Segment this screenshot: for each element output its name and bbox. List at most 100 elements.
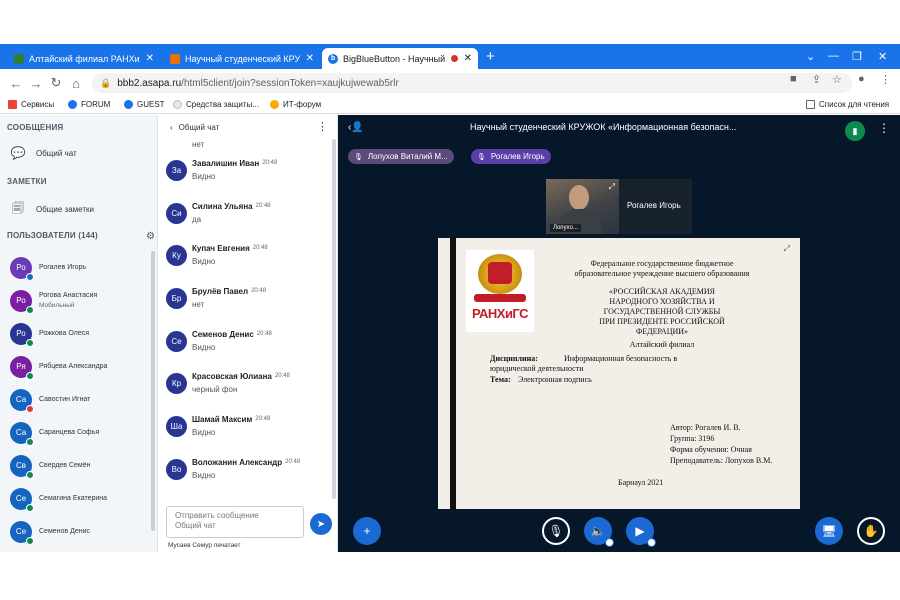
actions-button[interactable]: + <box>353 517 381 545</box>
message-text: Видно <box>192 257 216 267</box>
user-list-item[interactable]: Се Семагина Екатерина <box>0 482 157 515</box>
forward-icon[interactable]: → <box>26 76 46 91</box>
chat-message: Си Силина Ульяна 20:48 да <box>158 198 337 241</box>
new-tab-icon[interactable]: + <box>486 49 495 64</box>
browser-tab-bbb[interactable]: b BigBlueButton - Научный ст ✕ <box>322 48 478 69</box>
audio-options-badge[interactable] <box>605 538 614 547</box>
user-list-item[interactable]: Са Саранцева Софья <box>0 416 157 449</box>
avatar-initials: За <box>171 166 182 175</box>
status-badge <box>26 503 34 512</box>
webcam-tile-1[interactable]: ⤢ Лопухо... <box>546 179 619 234</box>
home-icon[interactable]: ⌂ <box>66 76 86 91</box>
ranepa-favicon-icon <box>14 53 24 64</box>
chat-message: Во Воложанин Александр 20:48 Видно <box>158 454 337 497</box>
message-author: Завалишин Иван 20:48 <box>192 159 277 168</box>
talker-name: Рогалев Игорь <box>490 152 545 161</box>
address-bar[interactable]: 🔒 bbb2.asapa.ru /html5client/join?sessio… <box>92 73 852 93</box>
message-author: Воложанин Александр 20:48 <box>192 458 300 467</box>
connection-status-button[interactable]: ▮ <box>845 121 865 141</box>
fullscreen-icon[interactable]: ⤢ <box>784 244 790 254</box>
user-list-item[interactable]: Св Свердев Семён <box>0 449 157 482</box>
chat-message-input[interactable]: Отправить сообщение Общий чат <box>166 506 304 538</box>
academy-name-line: ФЕДЕРАЦИИ» <box>635 327 689 336</box>
notes-section-title: ЗАМЕТКИ <box>7 177 47 186</box>
audio-button[interactable]: 🔈 <box>584 517 614 547</box>
shared-notes-link[interactable]: 🗐 Общие заметки <box>8 199 94 220</box>
share-icon[interactable]: ⇪ <box>812 73 821 86</box>
minimize-icon[interactable]: — <box>828 50 839 62</box>
user-list-scrollbar[interactable] <box>151 251 155 531</box>
user-name: Рогова Анастасия <box>39 291 98 299</box>
ranepa-logo: РАНХиГС <box>466 250 534 332</box>
expand-icon[interactable]: ⤢ <box>609 182 615 192</box>
close-window-icon[interactable]: ✕ <box>878 50 887 63</box>
chat-panel: ‹ Общий чат ⋮ нет За Завалишин Иван 20:48 В… <box>158 115 338 552</box>
restore-icon[interactable]: ❐ <box>852 50 862 63</box>
avatar-initials: Се <box>171 336 182 346</box>
send-button[interactable]: ➤ <box>310 513 332 535</box>
reading-list[interactable]: Список для чтения <box>806 100 889 109</box>
user-list-item[interactable]: Ро Рогалев Игорь <box>0 251 157 284</box>
slide-header-line: образовательное учреждение высшего образ… <box>574 269 750 278</box>
camera-options-badge[interactable] <box>647 538 656 547</box>
user-list-item[interactable]: Ро Рожкова Олеся <box>0 317 157 350</box>
user-name: Саранцева Софья <box>39 428 100 436</box>
kebab-menu-icon[interactable]: ⋮ <box>317 120 328 133</box>
group-line: Группа: 3196 <box>670 434 715 443</box>
bookmark-services[interactable]: Сервисы <box>8 100 54 109</box>
avatar: Ро <box>10 256 34 281</box>
browser-tab-club[interactable]: Научный студенческий КРУЖОК ✕ <box>164 48 320 69</box>
reload-icon[interactable]: ↻ <box>46 75 66 91</box>
user-list-item[interactable]: Ря Рябцева Александра <box>0 350 157 383</box>
theme-value: Электронная подпись <box>518 375 592 384</box>
notes-icon: 🗐 <box>12 201 24 215</box>
avatar: Се <box>10 487 34 512</box>
kebab-menu-icon[interactable]: ⋮ <box>880 73 891 86</box>
message-author: Купач Евгения 20:48 <box>192 244 268 253</box>
chevron-down-icon[interactable]: ⌄ <box>806 50 815 63</box>
camera-button[interactable]: ▶ <box>626 517 656 547</box>
screen-share-button[interactable]: 🖥 <box>815 517 843 545</box>
user-list-item[interactable]: Са Савостин Игнат <box>0 383 157 416</box>
bbb-app: СООБЩЕНИЯ 💬 Общий чат ЗАМЕТКИ 🗐 Общие за… <box>0 115 900 552</box>
user-name: Рогалев Игорь <box>39 263 87 271</box>
bookmark-guest[interactable]: GUEST <box>124 100 165 109</box>
public-chat-link[interactable]: 💬 Общий чат <box>8 146 77 160</box>
chat-scrollbar[interactable] <box>332 139 336 499</box>
user-list-item[interactable]: Ро Рогова Анастасия Мобильный <box>0 284 157 317</box>
close-icon[interactable]: ✕ <box>306 53 314 64</box>
globe-icon <box>173 100 182 109</box>
message-time: 20:48 <box>252 245 268 252</box>
bookmark-forum[interactable]: FORUM <box>68 100 110 109</box>
user-list-item[interactable]: Се Семенов Денис <box>0 515 157 548</box>
kebab-menu-icon[interactable]: ⋮ <box>878 121 890 135</box>
profile-icon[interactable]: ● <box>858 73 865 85</box>
back-icon[interactable]: ← <box>6 76 26 91</box>
gear-icon[interactable]: ⚙ <box>146 231 155 242</box>
avatar: Се <box>166 330 187 352</box>
bookmark-it-forum[interactable]: ИТ-форум <box>270 100 321 109</box>
bookmark-security[interactable]: Средства защиты... <box>173 100 259 109</box>
user-list-toggle-icon[interactable]: ‹👤 <box>348 122 364 133</box>
lock-icon: 🔒 <box>100 77 112 88</box>
close-icon[interactable]: ✕ <box>146 53 154 64</box>
chevron-left-icon[interactable]: ‹ <box>170 123 173 132</box>
webcam-tile-2[interactable]: Рогалев Игорь <box>619 179 692 234</box>
camera-indicator-icon[interactable]: ■ <box>790 73 797 85</box>
avatar: Си <box>166 202 187 224</box>
author-name: Завалишин Иван <box>192 159 260 168</box>
status-badge <box>26 437 34 446</box>
raise-hand-button[interactable]: ✋ <box>857 517 885 545</box>
browser-tab-ranepa[interactable]: Алтайский филиал РАНХиГС ✕ <box>8 48 160 69</box>
close-icon[interactable]: ✕ <box>464 53 472 64</box>
mute-button[interactable]: 🎙 <box>542 517 570 545</box>
chat-messages: За Завалишин Иван 20:48 Видно Си Силина Ульян… <box>158 155 337 497</box>
star-icon[interactable]: ☆ <box>832 73 842 86</box>
message-time: 20:48 <box>274 373 290 380</box>
monitor-icon: 🖥 <box>821 524 837 538</box>
author-name: Силина Ульяна <box>192 201 253 211</box>
typing-indicator: Мусаев Семур печатает <box>168 542 241 549</box>
message-text: да <box>192 214 202 224</box>
avatar-initials: Ро <box>16 296 26 305</box>
chat-message: Бр Брулёв Павел 20:48 нет <box>158 283 337 326</box>
